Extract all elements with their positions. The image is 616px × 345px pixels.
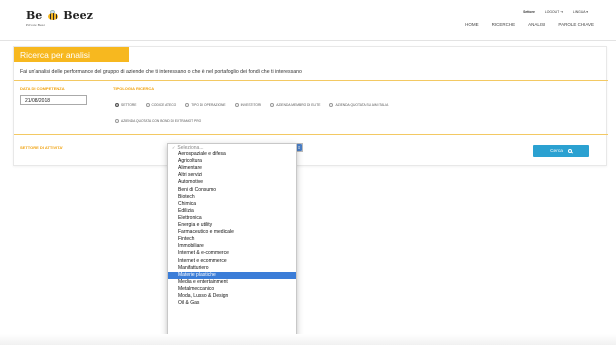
radio-tipo-operazione[interactable]: TIPO DI OPERAZIONE	[185, 103, 226, 107]
radio-bond-extramot[interactable]: AZIENDA QUOTATA CON BOND DI EXTRAMOT PRO	[115, 119, 201, 123]
top-links: Settore LOGOUT ⇥ LINGUA ▾	[523, 10, 588, 14]
dropdown-option[interactable]: Elettronica	[168, 215, 296, 222]
nav-ricerche[interactable]: RICERCHE	[492, 22, 516, 27]
logout-link[interactable]: LOGOUT ⇥	[545, 10, 563, 14]
card-divider-2	[14, 134, 608, 135]
tipologia-label: TIPOLOGIA RICERCA	[113, 86, 155, 91]
dropdown-option[interactable]: Altri servizi	[168, 172, 296, 179]
card-title: Ricerca per analisi	[14, 47, 129, 62]
dropdown-option[interactable]: Moda, Lusso & Design	[168, 293, 296, 300]
dropdown-option[interactable]: Aerospaziale e difesa	[168, 151, 296, 158]
dropdown-option[interactable]: Beni di Consumo	[168, 187, 296, 194]
dropdown-option[interactable]: Energia e utility	[168, 222, 296, 229]
user-link[interactable]: Settore	[523, 10, 535, 14]
dropdown-option[interactable]: Fintech	[168, 236, 296, 243]
bee-icon	[45, 10, 60, 21]
radio-settore[interactable]: SETTORE	[115, 103, 137, 107]
search-button[interactable]: Cerca	[533, 145, 589, 157]
dropdown-option[interactable]: Automotive	[168, 179, 296, 186]
dropdown-option[interactable]: Internet e ecommerce	[168, 258, 296, 265]
dropdown-option[interactable]: Agricoltura	[168, 158, 296, 165]
header: Be Beez Private Beez Settore LOGOUT ⇥ LI…	[0, 0, 616, 40]
dropdown-placeholder[interactable]: ✓ Seleziona...	[168, 144, 296, 151]
dropdown-option[interactable]: Chimica	[168, 201, 296, 208]
tipologia-options-row-2: AZIENDA QUOTATA CON BOND DI EXTRAMOT PRO	[115, 119, 210, 123]
header-divider	[0, 40, 616, 41]
radio-membro-elite[interactable]: AZIENDA MEMBRO DI ELITE	[270, 103, 320, 107]
radio-icon	[270, 103, 275, 107]
dropdown-option[interactable]: Materie plastiche	[168, 271, 296, 279]
radio-icon	[185, 103, 190, 107]
dropdown-option[interactable]: Oil & Gas	[168, 300, 296, 307]
radio-codice-ateco[interactable]: CODICE ATECO	[145, 103, 176, 107]
radio-checked-icon	[115, 103, 119, 107]
logout-icon: ⇥	[560, 10, 563, 14]
dropdown-option[interactable]: Alimentare	[168, 165, 296, 172]
nav-analisi[interactable]: ANALISI	[528, 22, 545, 27]
dropdown-option[interactable]: Immobiliare	[168, 243, 296, 250]
nav-parole-chiave[interactable]: PAROLE CHIAVE	[558, 22, 594, 27]
card-divider	[14, 80, 608, 81]
tipologia-options-row-1: SETTORE CODICE ATECO TIPO DI OPERAZIONE …	[115, 103, 397, 107]
logo-text-left: Be	[26, 9, 43, 22]
dropdown-option[interactable]: Biotech	[168, 194, 296, 201]
radio-icon	[329, 103, 334, 107]
main-nav: HOME RICERCHE ANALISI PAROLE CHIAVE	[465, 22, 594, 27]
logo-tagline: Private Beez	[26, 23, 45, 27]
page-bottom-fade	[0, 334, 616, 345]
search-icon	[567, 149, 572, 153]
check-icon: ✓	[172, 145, 176, 150]
search-card: Ricerca per analisi Fai un'analisi delle…	[13, 46, 608, 166]
radio-quotata-aim[interactable]: AZIENDA QUOTATA SU AIM ITALIA	[329, 103, 388, 107]
dropdown-option[interactable]: Edilizia	[168, 208, 296, 215]
language-menu[interactable]: LINGUA ▾	[573, 10, 588, 14]
date-input[interactable]: 21/08/2018	[20, 95, 87, 105]
dropdown-option[interactable]: Metalmeccanico	[168, 286, 296, 293]
logo-text-right: Beez	[63, 9, 93, 22]
radio-icon	[234, 103, 239, 107]
settore-dropdown-list: ✓ Seleziona... Aerospaziale e difesa Agric…	[167, 143, 297, 345]
chevron-down-icon: ▾	[586, 10, 588, 14]
dropdown-option[interactable]: Media e entertainment	[168, 279, 296, 286]
nav-home[interactable]: HOME	[465, 22, 479, 27]
dropdown-option[interactable]: Manifatturiero	[168, 265, 296, 272]
card-description: Fai un'analisi delle performance del gru…	[20, 69, 302, 75]
date-label: DATA DI COMPETENZA	[20, 86, 65, 91]
settore-label: SETTORE DI ATTIVITA'	[20, 145, 64, 150]
radio-icon	[115, 119, 119, 123]
dropdown-option[interactable]: Internet & e-commerce	[168, 250, 296, 257]
logo[interactable]: Be Beez Private Beez	[26, 9, 93, 27]
radio-icon	[145, 103, 150, 107]
dropdown-option[interactable]: Farmaceutico e medicale	[168, 229, 296, 236]
radio-investitori[interactable]: INVESTITORI	[234, 103, 261, 107]
